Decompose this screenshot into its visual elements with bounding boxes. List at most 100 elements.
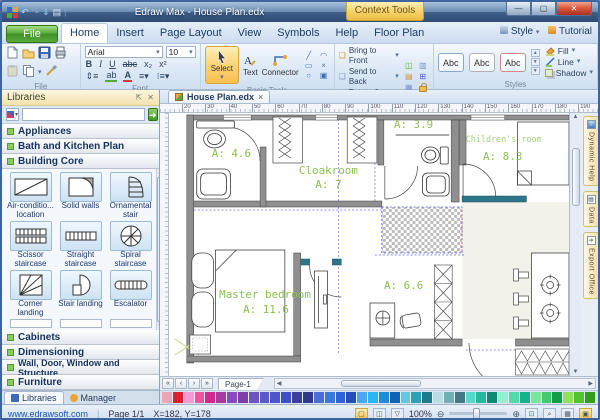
distribute-icon[interactable]: ▥ xyxy=(417,61,429,71)
palette-swatch[interactable] xyxy=(303,392,314,403)
symbol-scissor-staircase[interactable]: Scissor staircase xyxy=(7,221,54,269)
palette-swatch[interactable] xyxy=(574,392,585,403)
align-text-icon[interactable]: ≡▾ xyxy=(138,71,150,81)
symbol-air-condition-location[interactable]: Air-conditio... location xyxy=(7,172,54,220)
palette-swatch[interactable] xyxy=(552,392,563,403)
zoom-in-icon[interactable]: ⊕ xyxy=(512,409,520,419)
align-icon[interactable]: ▤ xyxy=(403,72,415,82)
style-menu-button[interactable]: Style ▾ xyxy=(500,26,539,37)
palette-swatch[interactable] xyxy=(227,392,238,403)
lock-icon[interactable] xyxy=(419,86,427,92)
tab-data[interactable]: ▤ Data xyxy=(583,191,598,228)
tab-view[interactable]: View xyxy=(230,24,270,43)
palette-swatch[interactable] xyxy=(270,392,281,403)
last-page-button[interactable]: » xyxy=(201,378,213,389)
search-go-button[interactable]: ➜ xyxy=(148,108,158,121)
palette-swatch[interactable] xyxy=(325,392,336,403)
font-family-select[interactable]: Arial▾ xyxy=(85,46,163,58)
highlight-color-icon[interactable]: ab xyxy=(105,70,117,82)
palette-swatch[interactable] xyxy=(390,392,401,403)
section-bath-kitchen[interactable]: Bath and Kitchen Plan xyxy=(2,139,159,154)
bottom-closet[interactable] xyxy=(516,349,569,375)
new-document-icon[interactable] xyxy=(6,46,19,62)
crop-tool-icon[interactable]: ▣ xyxy=(318,71,330,80)
section-cabinets[interactable]: Cabinets xyxy=(2,330,159,345)
hall-mirror[interactable] xyxy=(315,271,328,328)
palette-swatch[interactable] xyxy=(542,392,553,403)
redo-icon[interactable]: ↷ xyxy=(32,7,40,17)
palette-swatch[interactable] xyxy=(411,392,422,403)
tab-symbols[interactable]: Symbols xyxy=(269,24,327,43)
palette-swatch[interactable] xyxy=(368,392,379,403)
children-bed[interactable] xyxy=(518,122,569,185)
paste-dropdown-icon[interactable]: ▾ xyxy=(38,68,42,76)
pan-button[interactable]: ▣ xyxy=(579,408,592,420)
delete-tool-icon[interactable]: × xyxy=(318,61,330,70)
section-furniture[interactable]: Furniture xyxy=(2,375,159,390)
palette-swatch[interactable] xyxy=(520,392,531,403)
select-tool-button[interactable]: Select ▾ xyxy=(205,46,239,84)
group-icon[interactable]: ◫ xyxy=(403,61,415,71)
center-icon[interactable]: ⊞ xyxy=(417,72,429,82)
gallery-up-icon[interactable]: ▲ xyxy=(531,49,540,57)
palette-swatch[interactable] xyxy=(173,392,184,403)
kitchen-counter[interactable] xyxy=(531,253,569,338)
close-document-icon[interactable]: × xyxy=(258,92,263,102)
floor-plan-canvas[interactable]: A: 4.6 Cloakroom A: 7 A: 3.9 Children's … xyxy=(169,113,569,376)
palette-swatch[interactable] xyxy=(216,392,227,403)
text-tool-button[interactable]: A Text xyxy=(243,53,258,77)
palette-swatch[interactable] xyxy=(346,392,357,403)
strikethrough-button[interactable]: abc xyxy=(122,59,139,69)
undo-icon[interactable]: ↶ xyxy=(21,7,29,17)
edrawsoft-link[interactable]: www.edrawsoft.com xyxy=(8,409,88,419)
palette-swatch[interactable] xyxy=(238,392,249,403)
vertical-scrollbar[interactable]: ▲ ▼ xyxy=(569,113,581,376)
style-preset-3[interactable]: Abc xyxy=(500,53,526,72)
balcony-tile-floor[interactable] xyxy=(382,207,462,253)
library-search-input[interactable] xyxy=(22,108,145,121)
section-building-core[interactable]: Building Core xyxy=(2,154,159,169)
library-scrollbar[interactable]: ▲ ▼ xyxy=(156,169,159,330)
palette-swatch[interactable] xyxy=(401,392,412,403)
tab-home[interactable]: Home xyxy=(61,23,108,43)
subscript-button[interactable]: x₂ xyxy=(143,59,153,69)
scroll-up-icon[interactable]: ▲ xyxy=(573,114,579,120)
palette-swatch[interactable] xyxy=(357,392,368,403)
symbol-partial-tile[interactable] xyxy=(60,319,102,328)
library-picker-icon[interactable]: ▾ xyxy=(6,108,19,121)
symbol-escalator[interactable]: Escalator xyxy=(107,270,154,318)
paste-icon[interactable] xyxy=(6,64,19,80)
gallery-down-icon[interactable]: ▼ xyxy=(531,58,540,66)
palette-swatch[interactable] xyxy=(563,392,574,403)
save-icon[interactable] xyxy=(38,46,51,62)
zoom-slider-thumb[interactable] xyxy=(473,408,480,419)
zoom-slider[interactable] xyxy=(449,412,507,415)
maximize-button[interactable]: ▢ xyxy=(531,2,556,16)
style-preset-2[interactable]: Abc xyxy=(469,53,495,72)
bring-to-front-button[interactable]: ❏ Bring to Front ▾ xyxy=(339,46,399,66)
scroll-up-icon[interactable]: ▲ xyxy=(158,170,159,176)
send-to-back-button[interactable]: ❏ Send to Back ▾ xyxy=(339,67,399,87)
palette-swatch[interactable] xyxy=(422,392,433,403)
symbol-ornamental-stair[interactable]: Ornamental stair xyxy=(107,172,154,220)
horizontal-scrollbar[interactable]: ◀ ▶ xyxy=(274,378,596,389)
palette-swatch[interactable] xyxy=(476,392,487,403)
symbol-straight-staircase[interactable]: Straight staircase xyxy=(57,221,104,269)
scroll-thumb[interactable] xyxy=(341,380,421,387)
rectangle-tool-icon[interactable]: ▭ xyxy=(303,61,315,70)
context-tools-tab[interactable]: Context Tools xyxy=(346,2,424,21)
palette-swatch[interactable] xyxy=(249,392,260,403)
bar-stools[interactable] xyxy=(514,269,529,329)
copy-icon[interactable] xyxy=(22,64,35,80)
normal-view-button[interactable]: ▢ xyxy=(355,408,368,420)
scroll-left-icon[interactable]: ◀ xyxy=(277,380,282,387)
palette-swatch[interactable] xyxy=(498,392,509,403)
print-preview-icon[interactable]: ▤ xyxy=(53,7,62,17)
zoom-out-icon[interactable]: ⊖ xyxy=(437,409,445,419)
shadow-button[interactable]: Shadow ▾ xyxy=(545,68,593,78)
close-icon[interactable]: ✕ xyxy=(147,93,154,102)
section-appliances[interactable]: Appliances xyxy=(2,124,159,139)
first-page-button[interactable]: « xyxy=(162,378,174,389)
superscript-button[interactable]: x² xyxy=(158,59,168,69)
palette-swatch[interactable] xyxy=(314,392,325,403)
